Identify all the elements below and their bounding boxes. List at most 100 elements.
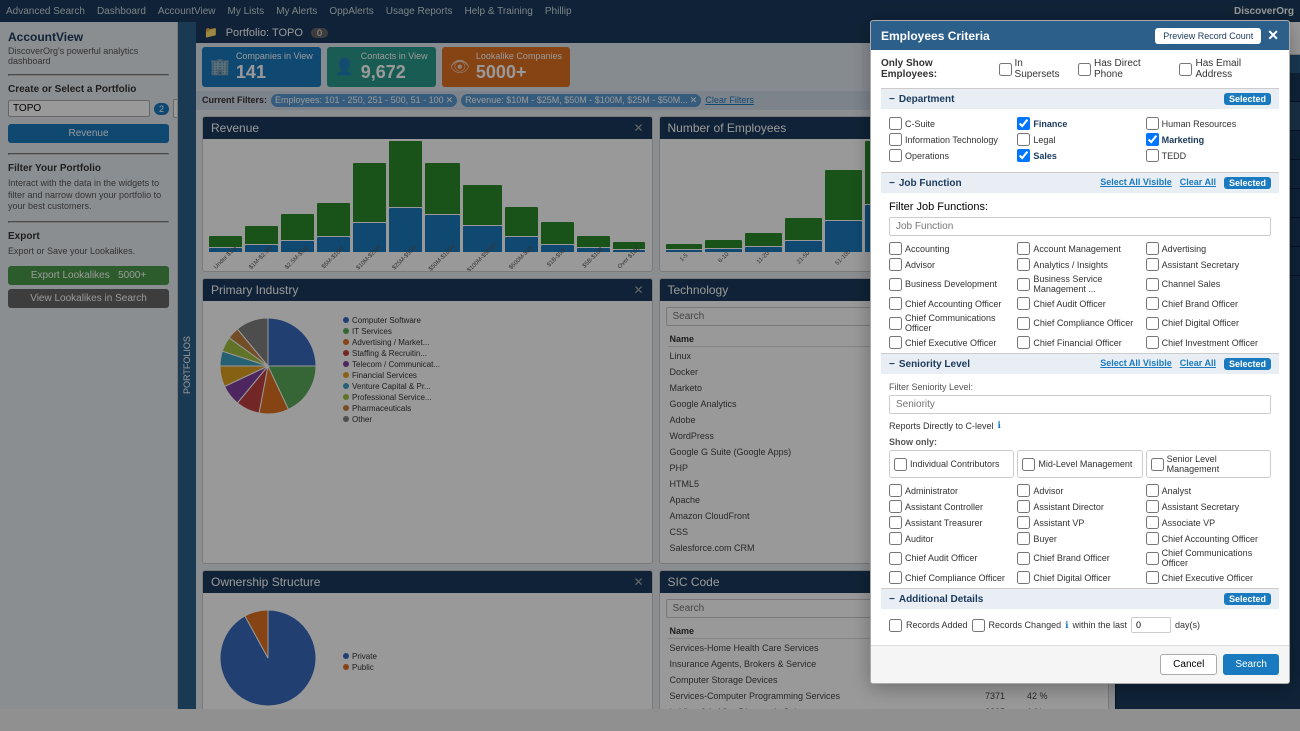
department-section-header[interactable]: − Department Selected <box>881 88 1279 109</box>
seniority-checkbox[interactable] <box>889 484 902 497</box>
seniority-clear-all[interactable]: Clear All <box>1180 358 1216 370</box>
jf-checkbox[interactable] <box>1146 297 1159 310</box>
jf-checkbox[interactable] <box>889 258 902 271</box>
seniority-item[interactable]: Assistant Controller <box>889 500 1014 513</box>
jf-checkbox[interactable] <box>1017 278 1030 291</box>
show-mid-level[interactable]: Mid-Level Management <box>1017 450 1142 478</box>
jf-item[interactable]: Chief Digital Officer <box>1146 313 1271 333</box>
jf-clear-all[interactable]: Clear All <box>1180 177 1216 189</box>
jf-checkbox[interactable] <box>1146 336 1159 349</box>
checkbox-email-address[interactable]: Has Email Address <box>1179 58 1279 80</box>
records-changed-checkbox[interactable] <box>972 619 985 632</box>
direct-phone-checkbox[interactable] <box>1078 63 1091 76</box>
dept-item[interactable]: Operations <box>889 149 1014 162</box>
show-individual-contributors[interactable]: Individual Contributors <box>889 450 1014 478</box>
dept-item[interactable]: TEDD <box>1146 149 1271 162</box>
seniority-item[interactable]: Chief Audit Officer <box>889 548 1014 568</box>
dept-item[interactable]: Sales <box>1017 149 1142 162</box>
jf-item[interactable]: Account Management <box>1017 242 1142 255</box>
jf-checkbox[interactable] <box>889 278 902 291</box>
mid-level-checkbox[interactable] <box>1022 458 1035 471</box>
additional-details-header[interactable]: − Additional Details Selected <box>881 588 1279 609</box>
jf-item[interactable]: Chief Accounting Officer <box>889 297 1014 310</box>
dept-checkbox[interactable] <box>1146 149 1159 162</box>
seniority-checkbox[interactable] <box>1146 516 1159 529</box>
seniority-checkbox[interactable] <box>889 552 902 565</box>
days-input[interactable] <box>1131 617 1171 633</box>
seniority-checkbox[interactable] <box>889 532 902 545</box>
jf-checkbox[interactable] <box>1017 336 1030 349</box>
jf-checkbox[interactable] <box>889 317 902 330</box>
seniority-item[interactable]: Auditor <box>889 532 1014 545</box>
search-button[interactable]: Search <box>1223 654 1279 675</box>
seniority-checkbox[interactable] <box>1017 532 1030 545</box>
jf-checkbox[interactable] <box>889 336 902 349</box>
jf-item[interactable]: Chief Executive Officer <box>889 336 1014 349</box>
seniority-checkbox[interactable] <box>1146 571 1159 584</box>
seniority-checkbox[interactable] <box>1017 552 1030 565</box>
seniority-checkbox[interactable] <box>1017 571 1030 584</box>
dept-checkbox[interactable] <box>889 133 902 146</box>
jf-item[interactable]: Assistant Secretary <box>1146 258 1271 271</box>
jf-item[interactable]: Channel Sales <box>1146 274 1271 294</box>
dept-item[interactable]: Human Resources <box>1146 117 1271 130</box>
jf-item[interactable]: Advisor <box>889 258 1014 271</box>
seniority-checkbox[interactable] <box>1146 552 1159 565</box>
seniority-item[interactable]: Chief Communications Officer <box>1146 548 1271 568</box>
jf-item[interactable]: Chief Compliance Officer <box>1017 313 1142 333</box>
checkbox-in-supersets[interactable]: In Supersets <box>999 58 1070 80</box>
jf-checkbox[interactable] <box>1017 317 1030 330</box>
jf-item[interactable]: Chief Financial Officer <box>1017 336 1142 349</box>
seniority-item[interactable]: Chief Brand Officer <box>1017 548 1142 568</box>
jf-item[interactable]: Chief Communications Officer <box>889 313 1014 333</box>
seniority-checkbox[interactable] <box>1146 500 1159 513</box>
dept-checkbox[interactable] <box>889 149 902 162</box>
seniority-item[interactable]: Buyer <box>1017 532 1142 545</box>
dept-checkbox[interactable] <box>1017 149 1030 162</box>
dept-item[interactable]: Finance <box>1017 117 1142 130</box>
jf-checkbox[interactable] <box>1017 297 1030 310</box>
cancel-button[interactable]: Cancel <box>1160 654 1217 675</box>
seniority-checkbox[interactable] <box>1017 516 1030 529</box>
seniority-item[interactable]: Analyst <box>1146 484 1271 497</box>
jf-checkbox[interactable] <box>1017 242 1030 255</box>
seniority-select-all-visible[interactable]: Select All Visible <box>1100 358 1172 370</box>
jf-item[interactable]: Business Service Management ... <box>1017 274 1142 294</box>
dept-checkbox[interactable] <box>1017 133 1030 146</box>
jf-checkbox[interactable] <box>1146 317 1159 330</box>
jf-checkbox[interactable] <box>1146 278 1159 291</box>
dept-checkbox[interactable] <box>1146 133 1159 146</box>
seniority-item[interactable]: Assistant VP <box>1017 516 1142 529</box>
seniority-item[interactable]: Assistant Director <box>1017 500 1142 513</box>
jf-item[interactable]: Business Development <box>889 274 1014 294</box>
seniority-section-header[interactable]: − Seniority Level Select All Visible Cle… <box>881 353 1279 374</box>
seniority-item[interactable]: Associate VP <box>1146 516 1271 529</box>
jf-checkbox[interactable] <box>1146 258 1159 271</box>
jf-item[interactable]: Analytics / Insights <box>1017 258 1142 271</box>
seniority-checkbox[interactable] <box>1146 532 1159 545</box>
email-address-checkbox[interactable] <box>1179 63 1192 76</box>
jf-checkbox[interactable] <box>1146 242 1159 255</box>
jf-select-all-visible[interactable]: Select All Visible <box>1100 177 1172 189</box>
dept-item[interactable]: Marketing <box>1146 133 1271 146</box>
jf-item[interactable]: Chief Brand Officer <box>1146 297 1271 310</box>
dept-item[interactable]: Legal <box>1017 133 1142 146</box>
seniority-item[interactable]: Chief Digital Officer <box>1017 571 1142 584</box>
preview-record-count-button[interactable]: Preview Record Count <box>1155 28 1261 44</box>
seniority-checkbox[interactable] <box>889 571 902 584</box>
job-function-section-header[interactable]: − Job Function Select All Visible Clear … <box>881 172 1279 193</box>
seniority-item[interactable]: Administrator <box>889 484 1014 497</box>
jf-item[interactable]: Chief Investment Officer <box>1146 336 1271 349</box>
senior-level-checkbox[interactable] <box>1151 458 1164 471</box>
jf-checkbox[interactable] <box>889 297 902 310</box>
individual-contributors-checkbox[interactable] <box>894 458 907 471</box>
dept-checkbox[interactable] <box>889 117 902 130</box>
seniority-checkbox[interactable] <box>1017 484 1030 497</box>
seniority-item[interactable]: Chief Compliance Officer <box>889 571 1014 584</box>
seniority-checkbox[interactable] <box>1146 484 1159 497</box>
seniority-item[interactable]: Chief Executive Officer <box>1146 571 1271 584</box>
checkbox-direct-phone[interactable]: Has Direct Phone <box>1078 58 1171 80</box>
job-function-input[interactable] <box>889 217 1271 236</box>
seniority-item[interactable]: Assistant Secretary <box>1146 500 1271 513</box>
jf-item[interactable]: Chief Audit Officer <box>1017 297 1142 310</box>
